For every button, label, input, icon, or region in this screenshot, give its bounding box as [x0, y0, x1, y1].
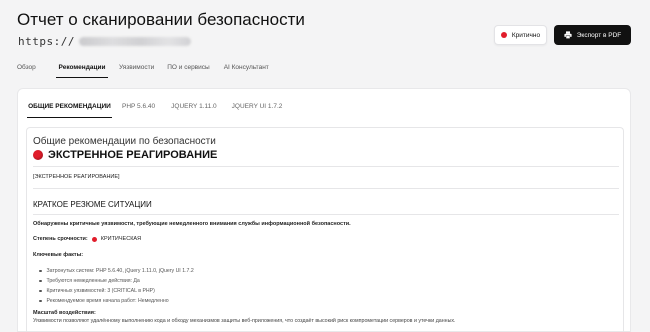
- page-title: Отчет о сканировании безопасности: [17, 10, 305, 29]
- scanned-url: https://: [18, 35, 191, 48]
- severity-line: Степень срочности: КРИТИЧЕСКАЯ: [33, 236, 141, 242]
- detected-paragraph: Обнаружены критичные уязвимости, требующ…: [33, 221, 351, 227]
- summary-heading: КРАТКОЕ РЕЗЮМЕ СИТУАЦИИ: [33, 200, 152, 209]
- critical-status-badge: Критично: [494, 25, 547, 45]
- report-header: Отчет о сканировании безопасности https:…: [0, 0, 650, 62]
- critical-badge-label: Критично: [511, 31, 541, 39]
- red-circle-icon: [500, 32, 507, 38]
- tab-vulnerabilities[interactable]: Уязвимости: [119, 58, 154, 78]
- list-item: Затронутых систем: PHP 5.6.40, jQuery 1.…: [33, 266, 194, 276]
- subtab-jquery[interactable]: JQUERY 1.11.0: [171, 98, 217, 118]
- subtab-php[interactable]: PHP 5.6.40: [122, 98, 155, 118]
- main-tabs: Обзор Рекомендации Уязвимости ПО и серви…: [17, 58, 269, 78]
- tab-overview[interactable]: Обзор: [17, 58, 47, 78]
- red-circle-icon: [33, 150, 43, 160]
- list-item: Рекомендуемое время начала работ: Немедл…: [33, 296, 194, 306]
- printer-icon: [564, 31, 572, 39]
- divider: [33, 166, 619, 167]
- divider: [33, 188, 619, 189]
- tab-software-services[interactable]: ПО и сервисы: [167, 58, 209, 78]
- recommendation-subtabs: ОБЩИЕ РЕКОМЕНДАЦИИ PHP 5.6.40 JQUERY 1.1…: [27, 98, 282, 118]
- tab-ai-consultant[interactable]: AI Консультант: [224, 58, 269, 78]
- export-pdf-button[interactable]: Экспорт в PDF: [554, 25, 631, 45]
- impact-text: Уязвимости позволяют удалённому выполнен…: [33, 318, 456, 324]
- key-facts-list: Затронутых систем: PHP 5.6.40, jQuery 1.…: [33, 266, 194, 306]
- general-heading: Общие рекомендации по безопасности: [33, 136, 216, 147]
- impact-label: Масштаб воздействия:: [33, 310, 96, 316]
- key-facts-label: Ключевые факты:: [33, 252, 84, 258]
- url-prefix: https://: [18, 35, 75, 48]
- emergency-tag: [ЭКСТРЕННОЕ РЕАГИРОВАНИЕ]: [33, 174, 120, 180]
- list-item: Требуются немедленные действия: Да: [33, 276, 194, 286]
- severity-label: Степень срочности:: [33, 236, 88, 242]
- recommendations-panel: ОБЩИЕ РЕКОМЕНДАЦИИ PHP 5.6.40 JQUERY 1.1…: [17, 88, 631, 332]
- emergency-heading-text: ЭКСТРЕННОЕ РЕАГИРОВАНИЕ: [48, 149, 218, 161]
- severity-value: КРИТИЧЕСКАЯ: [100, 236, 142, 242]
- subtab-general[interactable]: ОБЩИЕ РЕКОМЕНДАЦИИ: [27, 98, 112, 118]
- divider: [33, 214, 619, 215]
- recommendation-content[interactable]: Общие рекомендации по безопасности ЭКСТР…: [26, 127, 624, 332]
- red-circle-icon: [91, 236, 97, 242]
- tab-recommendations[interactable]: Рекомендации: [56, 58, 108, 78]
- emergency-heading: ЭКСТРЕННОЕ РЕАГИРОВАНИЕ: [33, 149, 217, 161]
- list-item: Критичных уязвимостей: 3 (CRITICAL в PHP…: [33, 286, 194, 296]
- export-button-label: Экспорт в PDF: [576, 31, 622, 39]
- subtab-jquery-ui[interactable]: JQUERY UI 1.7.2: [232, 98, 283, 118]
- redacted-url-blur: [78, 37, 191, 46]
